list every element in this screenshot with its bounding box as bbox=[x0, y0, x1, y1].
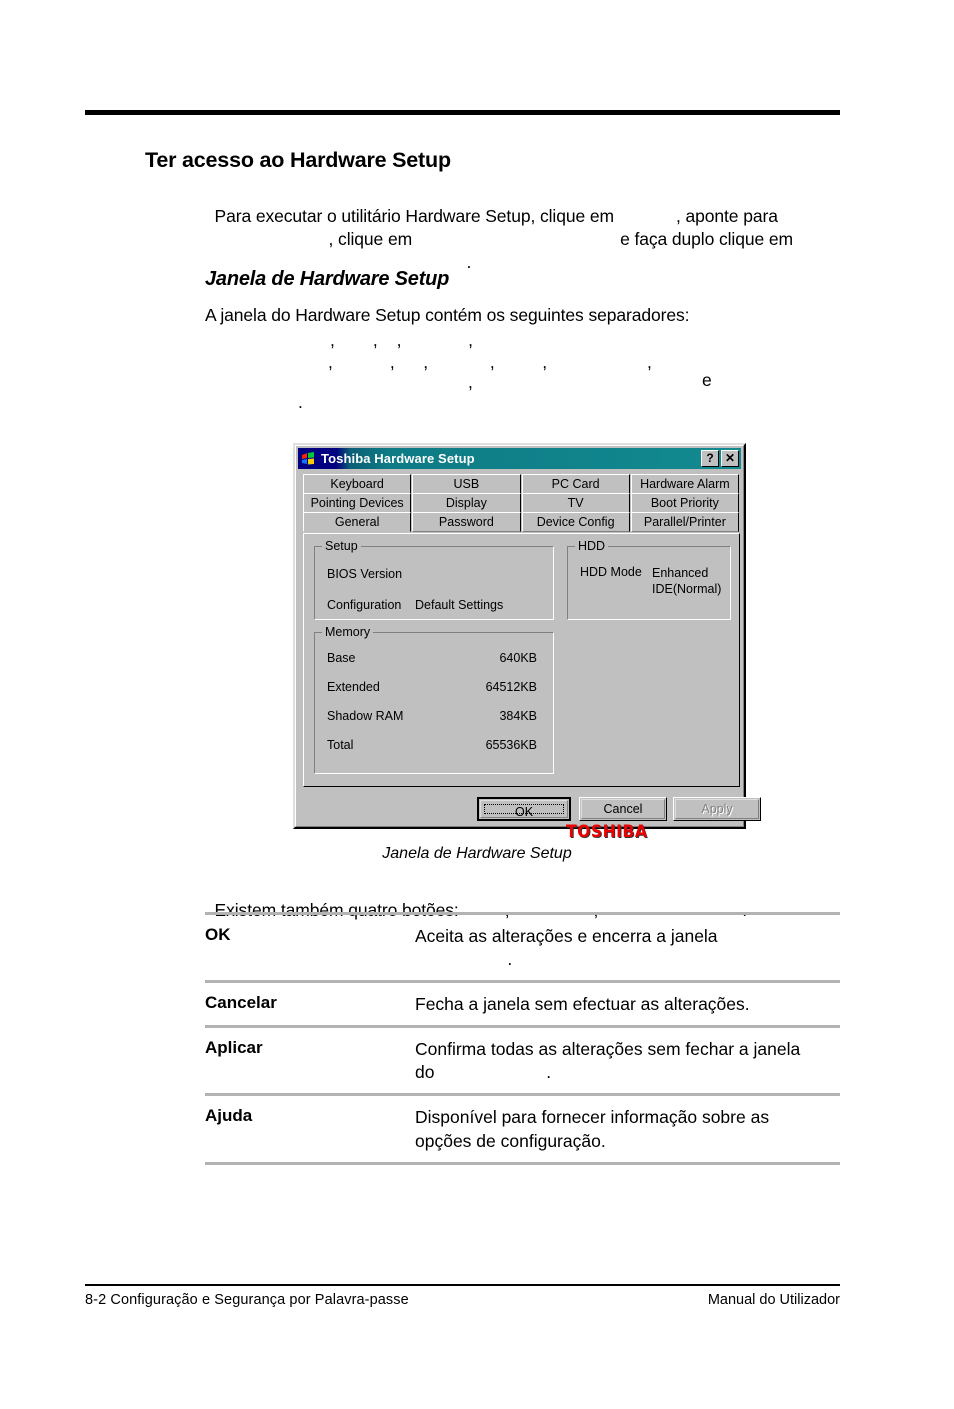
ok-button-label: OK bbox=[484, 804, 564, 819]
close-icon[interactable]: ✕ bbox=[721, 450, 739, 467]
tabs-list-line-3-conjunction: e bbox=[702, 370, 712, 390]
table-row: Aplicar Confirma todas as alterações sem… bbox=[205, 1025, 840, 1093]
hdd-group-label: HDD bbox=[575, 539, 609, 553]
tab-boot-priority[interactable]: Boot Priority bbox=[630, 493, 739, 513]
apply-button-label: Apply bbox=[675, 799, 759, 819]
ok-button-inner: OK bbox=[480, 800, 568, 819]
ok-button[interactable]: OK bbox=[477, 797, 571, 821]
tab-tv[interactable]: TV bbox=[521, 493, 630, 513]
footer-rule bbox=[85, 1284, 840, 1286]
dialog-title-bar[interactable]: Toshiba Hardware Setup ? ✕ bbox=[298, 448, 741, 469]
bios-version-label: BIOS Version bbox=[327, 567, 403, 581]
table-row: Cancelar Fecha a janela sem efectuar as … bbox=[205, 980, 840, 1025]
tab-keyboard[interactable]: Keyboard bbox=[303, 474, 412, 494]
tab-pointing-devices[interactable]: Pointing Devices bbox=[303, 493, 412, 513]
tab-display[interactable]: Display bbox=[412, 493, 521, 513]
row-term: OK bbox=[205, 925, 231, 944]
tab-row-3: General Password Device Config Parallel/… bbox=[303, 512, 740, 532]
intro-line-2-text-b: e faça duplo clique em bbox=[620, 229, 793, 249]
hdd-mode-value: Enhanced IDE(Normal) bbox=[652, 566, 722, 596]
tab-row-2: Pointing Devices Display TV Boot Priorit… bbox=[303, 493, 740, 513]
toshiba-logo: TOSHIBA bbox=[566, 822, 648, 842]
memory-group: Memory Base Extended Shadow RAM Total 64… bbox=[314, 625, 554, 774]
row-description: Confirma todas as alterações sem fechar … bbox=[415, 1039, 801, 1083]
tabs-intro: A janela do Hardware Setup contém os seg… bbox=[205, 305, 690, 325]
table-row: OK Aceita as alterações e encerra a jane… bbox=[205, 912, 840, 980]
memory-group-label: Memory bbox=[322, 625, 374, 639]
general-tab-panel: Setup BIOS Version Configuration Default… bbox=[303, 533, 740, 842]
apply-button[interactable]: Apply bbox=[673, 797, 761, 821]
tab-password[interactable]: Password bbox=[412, 512, 521, 532]
tabs-list-line-1: , , , , bbox=[330, 330, 473, 350]
hdd-group: HDD HDD Mode Enhanced IDE(Normal) bbox=[567, 539, 731, 620]
setup-group-label: Setup bbox=[322, 539, 361, 553]
footer-right-text: Manual do Utilizador bbox=[707, 1292, 840, 1308]
hdd-mode-label: HDD Mode bbox=[580, 565, 642, 579]
tab-device-config[interactable]: Device Config bbox=[521, 512, 630, 532]
dialog-title: Toshiba Hardware Setup bbox=[321, 451, 475, 466]
tab-parallel-printer[interactable]: Parallel/Printer bbox=[630, 512, 739, 532]
tab-usb[interactable]: USB bbox=[412, 474, 521, 494]
tabs-list-line-4: . bbox=[298, 392, 303, 412]
configuration-label: Configuration bbox=[327, 598, 402, 612]
tab-pc-card[interactable]: PC Card bbox=[521, 474, 630, 494]
memory-extended-label: Extended bbox=[327, 680, 380, 694]
cancel-button[interactable]: Cancel bbox=[579, 797, 667, 821]
memory-shadow-ram-label: Shadow RAM bbox=[327, 709, 404, 723]
figure-caption: Janela de Hardware Setup bbox=[382, 845, 572, 862]
tab-hardware-alarm[interactable]: Hardware Alarm bbox=[630, 474, 739, 494]
hardware-setup-dialog[interactable]: Toshiba Hardware Setup ? ✕ Keyboard USB … bbox=[293, 443, 761, 842]
memory-base-label: Base bbox=[327, 651, 356, 665]
tab-general[interactable]: General bbox=[303, 512, 412, 532]
footer-left-text: 8-2 Configuração e Segurança por Palavra… bbox=[85, 1292, 409, 1308]
row-description: Aceita as alterações e encerra a janela … bbox=[415, 926, 718, 970]
memory-shadow-ram-value: 384KB bbox=[499, 709, 537, 723]
intro-line-3-text: . bbox=[466, 252, 472, 272]
setup-group: Setup BIOS Version Configuration Default… bbox=[314, 539, 554, 620]
tab-row-1: Keyboard USB PC Card Hardware Alarm bbox=[303, 474, 740, 494]
section-subtitle: Janela de Hardware Setup bbox=[205, 268, 450, 290]
button-description-table: OK Aceita as alterações e encerra a jane… bbox=[205, 912, 840, 1165]
table-row: Ajuda Disponível para fornecer informaçã… bbox=[205, 1093, 840, 1165]
toshiba-app-icon bbox=[300, 451, 316, 466]
row-term: Aplicar bbox=[205, 1038, 263, 1058]
memory-total-label: Total bbox=[327, 738, 354, 752]
page-title: Ter acesso ao Hardware Setup bbox=[145, 148, 451, 172]
memory-extended-value: 64512KB bbox=[485, 680, 537, 694]
help-button[interactable]: ? bbox=[701, 450, 719, 467]
tabs-list-line-2: , , , , , , bbox=[328, 352, 652, 372]
row-description: Fecha a janela sem efectuar as alteraçõe… bbox=[415, 994, 750, 1015]
memory-total-value: 65536KB bbox=[485, 738, 537, 752]
row-description: Disponível para fornecer informação sobr… bbox=[415, 1107, 770, 1151]
memory-base-value: 640KB bbox=[499, 651, 537, 665]
header-rule bbox=[85, 110, 840, 115]
row-term: Ajuda bbox=[205, 1106, 253, 1126]
cancel-button-label: Cancel bbox=[581, 799, 665, 819]
row-term: Cancelar bbox=[205, 993, 277, 1013]
intro-line-3: . bbox=[205, 231, 472, 273]
tab-strip[interactable]: Keyboard USB PC Card Hardware Alarm Poin… bbox=[303, 474, 740, 532]
configuration-value: Default Settings bbox=[415, 598, 504, 612]
tabs-list-line-3-comma: , bbox=[468, 372, 473, 392]
